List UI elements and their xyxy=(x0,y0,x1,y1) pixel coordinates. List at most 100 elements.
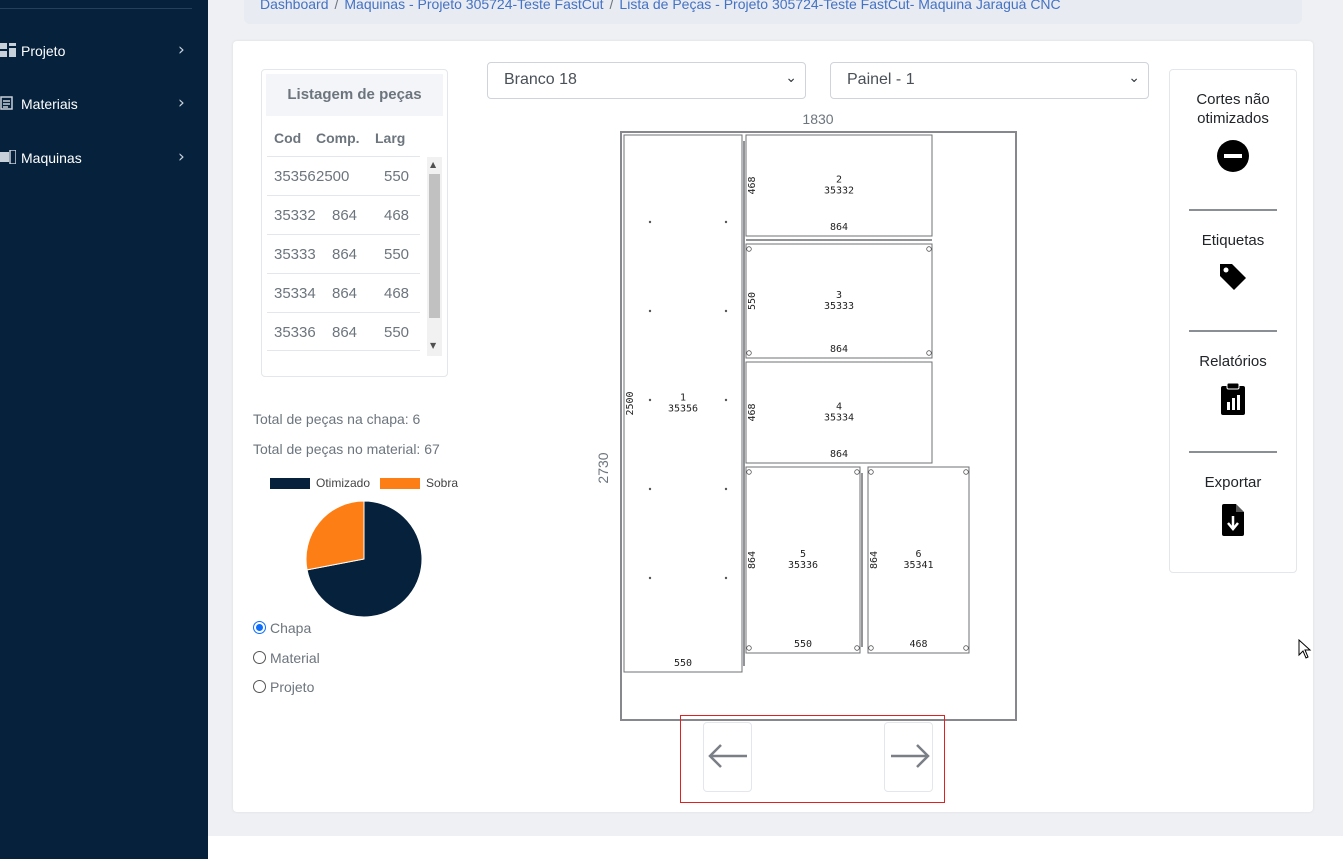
sidebar-item-label: Materiais xyxy=(21,96,78,112)
cell-comp: 864 xyxy=(332,324,358,341)
action-label: Etiquetas xyxy=(1201,232,1265,249)
piece-code: 35334 xyxy=(824,413,854,424)
table-row[interactable]: 35334 864 468 xyxy=(267,273,420,312)
sheet-height-label: 2730 xyxy=(595,452,611,483)
breadcrumb-dashboard[interactable]: Dashboard xyxy=(260,0,329,12)
unoptimized-cuts-button[interactable]: Cortes não otimizados xyxy=(1170,90,1296,178)
legend-swatch-sobra xyxy=(380,478,420,489)
table-row[interactable]: 35333 864 550 xyxy=(267,234,420,273)
pie-slice-sobra xyxy=(305,500,365,571)
piece-code: 35336 xyxy=(788,560,818,571)
piece-number: 5 xyxy=(800,549,806,560)
table-row[interactable]: 35332 864 468 xyxy=(267,195,420,234)
drill-hole xyxy=(648,576,652,580)
cell-comp: 2500 xyxy=(316,168,350,185)
action-divider xyxy=(1189,209,1277,211)
pieces-on-material: Total de peças no material: 67 xyxy=(253,441,440,457)
legend-swatch-otimizado xyxy=(270,478,310,489)
sidebar: Projeto › Materiais › Maquinas › xyxy=(0,0,208,859)
cell-comp: 864 xyxy=(332,285,358,302)
previous-panel-button[interactable] xyxy=(703,722,752,792)
sidebar-item-materiais[interactable]: Materiais › xyxy=(0,84,208,124)
action-label: Relatórios xyxy=(1199,353,1267,370)
chevron-right-icon: › xyxy=(178,40,185,60)
list-icon xyxy=(0,96,16,110)
pieces-on-sheet: Total de peças na chapa: 6 xyxy=(253,411,421,427)
panel-select[interactable]: Painel - 1 ⌄ xyxy=(830,62,1149,99)
scroll-up-icon[interactable]: ▲ xyxy=(430,160,436,169)
breadcrumb-separator: / xyxy=(334,0,339,12)
footer-band xyxy=(208,836,1343,859)
scrollbar-thumb[interactable] xyxy=(429,174,440,318)
sidebar-item-label: Maquinas xyxy=(21,150,82,166)
tag-icon xyxy=(1220,264,1246,290)
piece-number: 3 xyxy=(836,290,842,301)
cell-cod: 35336 xyxy=(274,324,316,341)
breadcrumb-separator: / xyxy=(609,0,614,12)
breadcrumb-parts-list[interactable]: Lista de Peças - Projeto 305724-Teste Fa… xyxy=(619,0,1060,12)
chevron-down-icon: ⌄ xyxy=(1128,70,1140,86)
parts-list-title: Listagem de peças xyxy=(266,74,443,116)
radio-dot[interactable] xyxy=(253,680,266,693)
sidebar-item-projeto[interactable]: Projeto › xyxy=(0,31,208,71)
action-label: Exportar xyxy=(1204,474,1262,491)
action-label: Cortes não xyxy=(1196,91,1270,108)
piece-code: 35341 xyxy=(903,560,933,571)
breadcrumb-machines[interactable]: Maquinas - Projeto 305724-Teste FastCut xyxy=(344,0,603,12)
drill-hole xyxy=(648,398,652,402)
piece-number: 6 xyxy=(915,549,921,560)
piece-height: 468 xyxy=(747,403,758,421)
export-button[interactable]: Exportar xyxy=(1170,473,1296,542)
arrow-left-icon xyxy=(708,744,747,768)
next-panel-button[interactable] xyxy=(884,722,933,792)
cell-larg: 550 xyxy=(384,168,410,185)
scroll-down-icon[interactable]: ▼ xyxy=(430,341,436,350)
piece-code: 35356 xyxy=(668,404,698,415)
cell-comp: 864 xyxy=(332,246,358,263)
piece-width: 468 xyxy=(909,639,927,650)
chevron-down-icon: ⌄ xyxy=(785,70,797,86)
piece-height: 468 xyxy=(747,176,758,194)
material-select-value: Branco 18 xyxy=(504,71,577,88)
action-divider xyxy=(1189,330,1277,332)
parts-list-scrollbar[interactable]: ▲ ▼ xyxy=(427,157,442,356)
drill-hole xyxy=(724,220,728,224)
minus-circle-icon xyxy=(1217,140,1249,172)
labels-button[interactable]: Etiquetas xyxy=(1170,231,1296,298)
panel-select-value: Painel - 1 xyxy=(847,71,915,88)
cell-larg: 550 xyxy=(384,246,410,263)
sidebar-divider xyxy=(0,8,192,9)
action-label: otimizados xyxy=(1197,110,1269,127)
drill-hole xyxy=(724,309,728,313)
legend-label-sobra: Sobra xyxy=(426,476,459,490)
column-header-cod: Cod xyxy=(274,130,302,146)
usage-pie-chart xyxy=(305,500,423,618)
radio-dot-selected[interactable] xyxy=(253,621,266,634)
parts-list-card: Listagem de peças Cod Comp. Larg 35356 2… xyxy=(261,69,448,377)
material-select[interactable]: Branco 18 ⌄ xyxy=(487,62,806,99)
cell-cod: 35334 xyxy=(274,285,316,302)
cell-cod: 35356 xyxy=(274,168,316,185)
table-row[interactable]: 35336 864 550 xyxy=(267,312,420,351)
piece-width: 864 xyxy=(830,222,848,233)
cell-larg: 468 xyxy=(384,207,410,224)
reports-button[interactable]: Relatórios xyxy=(1170,352,1296,421)
piece-height: 864 xyxy=(747,551,758,569)
piece-height: 2500 xyxy=(625,391,636,415)
piece-height: 550 xyxy=(747,292,758,310)
cell-cod: 35332 xyxy=(274,207,316,224)
machine-icon xyxy=(0,149,17,165)
cell-larg: 468 xyxy=(384,285,410,302)
action-divider xyxy=(1189,451,1277,453)
cell-comp: 864 xyxy=(332,207,358,224)
legend-label-otimizado: Otimizado xyxy=(316,476,371,490)
piece-width: 550 xyxy=(794,639,812,650)
cutting-layout: 1830 2730 135356550250023533286446833533… xyxy=(595,111,1017,721)
chevron-right-icon: › xyxy=(178,93,185,113)
radio-label: Chapa xyxy=(270,620,312,636)
dashboard-icon xyxy=(0,43,16,57)
sidebar-item-maquinas[interactable]: Maquinas › xyxy=(0,138,208,178)
radio-dot[interactable] xyxy=(253,651,266,664)
sheet-width-label: 1830 xyxy=(802,111,833,127)
table-row[interactable]: 35356 2500 550 xyxy=(267,156,420,195)
